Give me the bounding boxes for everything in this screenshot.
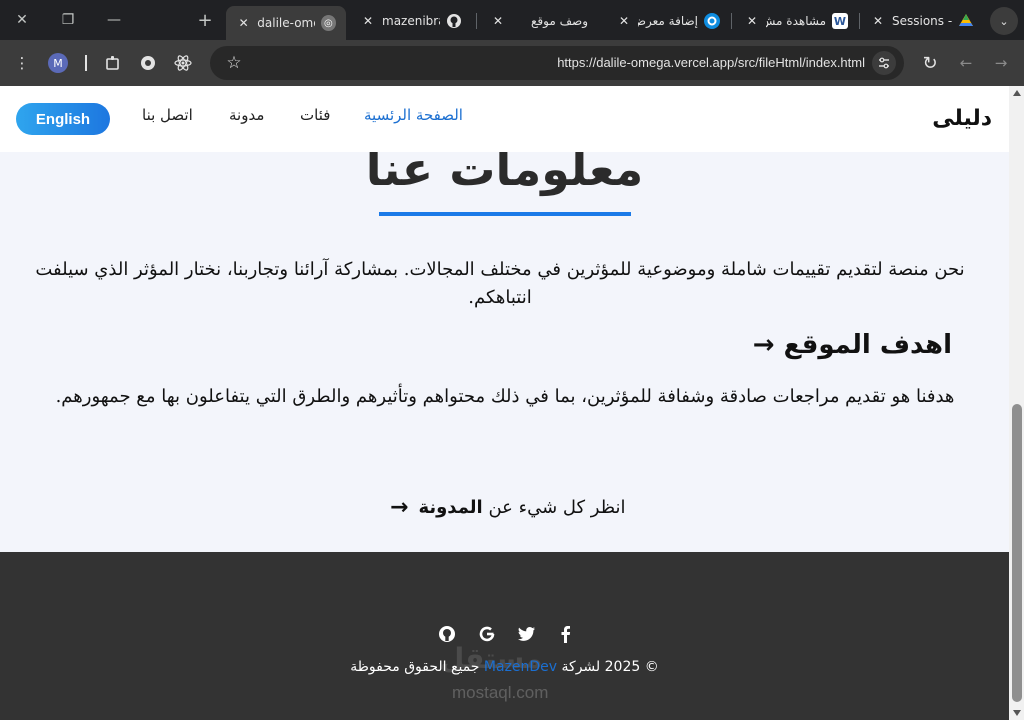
- site-navbar: دليلى الصفحة الرئسية فئات مدونة اتصل بنا…: [0, 86, 1009, 152]
- blog-link[interactable]: انظر كل شيء عن المدونة →: [390, 495, 626, 520]
- page-scrollbar[interactable]: [1009, 86, 1024, 720]
- copyright-start: © 2025 لشركة: [561, 659, 659, 675]
- menu-kebab-icon[interactable]: ⋮: [10, 51, 34, 75]
- mostaql-watermark-url: mostaql.com: [452, 683, 549, 702]
- window-close-icon[interactable]: ✕: [10, 8, 34, 32]
- language-button[interactable]: English: [16, 103, 110, 135]
- tab-separator: [859, 13, 860, 29]
- blog-link-prefix: انظر كل شيء عن: [488, 497, 626, 518]
- tab-title: dalile-omega: [257, 16, 314, 30]
- bookmark-star-icon[interactable]: ☆: [222, 51, 246, 75]
- tab-separator: [731, 13, 732, 29]
- w-icon: W: [832, 13, 848, 29]
- nav-link-categories[interactable]: فئات: [300, 106, 330, 124]
- tab-mushahada[interactable]: ✕ مشاهدة مش W: [740, 6, 854, 36]
- forward-arrow-icon[interactable]: →: [989, 51, 1013, 75]
- goal-paragraph: هدفنا هو تقديم مراجعات صادقة وشفافة للمؤ…: [55, 386, 955, 407]
- extensions-icon[interactable]: [101, 51, 125, 75]
- nav-link-home[interactable]: الصفحة الرئسية: [364, 106, 463, 124]
- reload-icon[interactable]: ↻: [918, 51, 942, 75]
- drive-icon: [958, 13, 974, 29]
- tab-search-menu-icon[interactable]: ⌄: [990, 7, 1018, 35]
- profile-avatar[interactable]: M: [48, 53, 68, 73]
- tab-sessions[interactable]: ✕ Sessions -: [866, 6, 978, 36]
- twitter-icon[interactable]: [517, 624, 537, 644]
- window-restore-icon[interactable]: ❐: [56, 8, 80, 32]
- tab-dalile[interactable]: ✕ dalile-omega ◎: [226, 6, 346, 40]
- company-link[interactable]: MazenDev: [484, 659, 557, 675]
- scroll-up-arrow-icon[interactable]: [1013, 90, 1021, 96]
- extension-circle-icon[interactable]: [136, 51, 160, 75]
- title-underline: [379, 212, 631, 216]
- globe-icon: ◎: [320, 15, 336, 31]
- tab-close-icon[interactable]: ✕: [744, 13, 760, 29]
- tab-close-icon[interactable]: ✕: [236, 15, 251, 31]
- tab-separator: [476, 13, 477, 29]
- tab-title: mazenibra: [382, 14, 440, 28]
- tab-close-icon[interactable]: ✕: [360, 13, 376, 29]
- arrow-right-icon: →: [752, 330, 775, 360]
- tab-close-icon[interactable]: ✕: [616, 13, 632, 29]
- mostaql-icon: [704, 13, 720, 29]
- blog-link-strong: المدونة: [418, 497, 483, 518]
- site-brand[interactable]: دليلى: [932, 106, 992, 131]
- address-bar[interactable]: ☆ https://dalile-omega.vercel.app/src/fi…: [210, 46, 904, 80]
- new-tab-icon[interactable]: +: [193, 8, 217, 32]
- toolbar-separator: [85, 55, 87, 71]
- page-viewport: معلومات عنا نحن منصة لتقديم تقييمات شامل…: [0, 86, 1024, 720]
- copyright-end: جميع الحقوق محفوظة: [350, 659, 480, 675]
- back-arrow-icon[interactable]: ←: [954, 51, 978, 75]
- goal-heading-text: اهدف الموقع: [783, 330, 952, 360]
- github-icon: [446, 13, 462, 29]
- site-footer: مستقل © 2025 لشركة MazenDev جميع الحقوق …: [0, 552, 1009, 720]
- scroll-thumb[interactable]: [1012, 404, 1022, 702]
- tab-strip: ✕ ❐ — + ✕ dalile-omega ◎ ✕ mazenibra ✕ و…: [0, 0, 1024, 40]
- about-paragraph: نحن منصة لتقديم تقييمات شاملة وموضوعية ل…: [35, 259, 965, 308]
- site-info-icon[interactable]: [872, 51, 896, 75]
- tab-close-icon[interactable]: ✕: [870, 13, 886, 29]
- github-icon[interactable]: [437, 624, 457, 644]
- tab-title: مشاهدة مش: [766, 14, 826, 28]
- nav-link-contact[interactable]: اتصل بنا: [142, 106, 193, 124]
- tab-idafa[interactable]: ✕ إضافة معرض: [612, 6, 724, 36]
- tab-title: إضافة معرض: [638, 14, 698, 28]
- scroll-down-arrow-icon[interactable]: [1013, 710, 1021, 716]
- tab-title: Sessions -: [892, 14, 952, 28]
- react-devtools-icon[interactable]: [171, 51, 195, 75]
- tab-title: وصف موقع: [531, 14, 588, 28]
- nav-link-blog[interactable]: مدونة: [229, 106, 264, 124]
- arrow-right-icon: →: [390, 495, 409, 520]
- goal-heading: اهدف الموقع →: [753, 330, 952, 360]
- window-minimize-icon[interactable]: —: [102, 8, 126, 32]
- tab-mazenibra[interactable]: ✕ mazenibra: [356, 6, 474, 36]
- tab-close-icon[interactable]: ✕: [490, 13, 506, 29]
- tab-wasf[interactable]: ✕ وصف موقع: [486, 6, 600, 36]
- facebook-icon[interactable]: [555, 624, 575, 644]
- google-icon[interactable]: [477, 624, 497, 644]
- copyright-text: © 2025 لشركة MazenDev جميع الحقوق محفوظة: [0, 659, 1009, 675]
- url-text[interactable]: https://dalile-omega.vercel.app/src/file…: [557, 55, 865, 70]
